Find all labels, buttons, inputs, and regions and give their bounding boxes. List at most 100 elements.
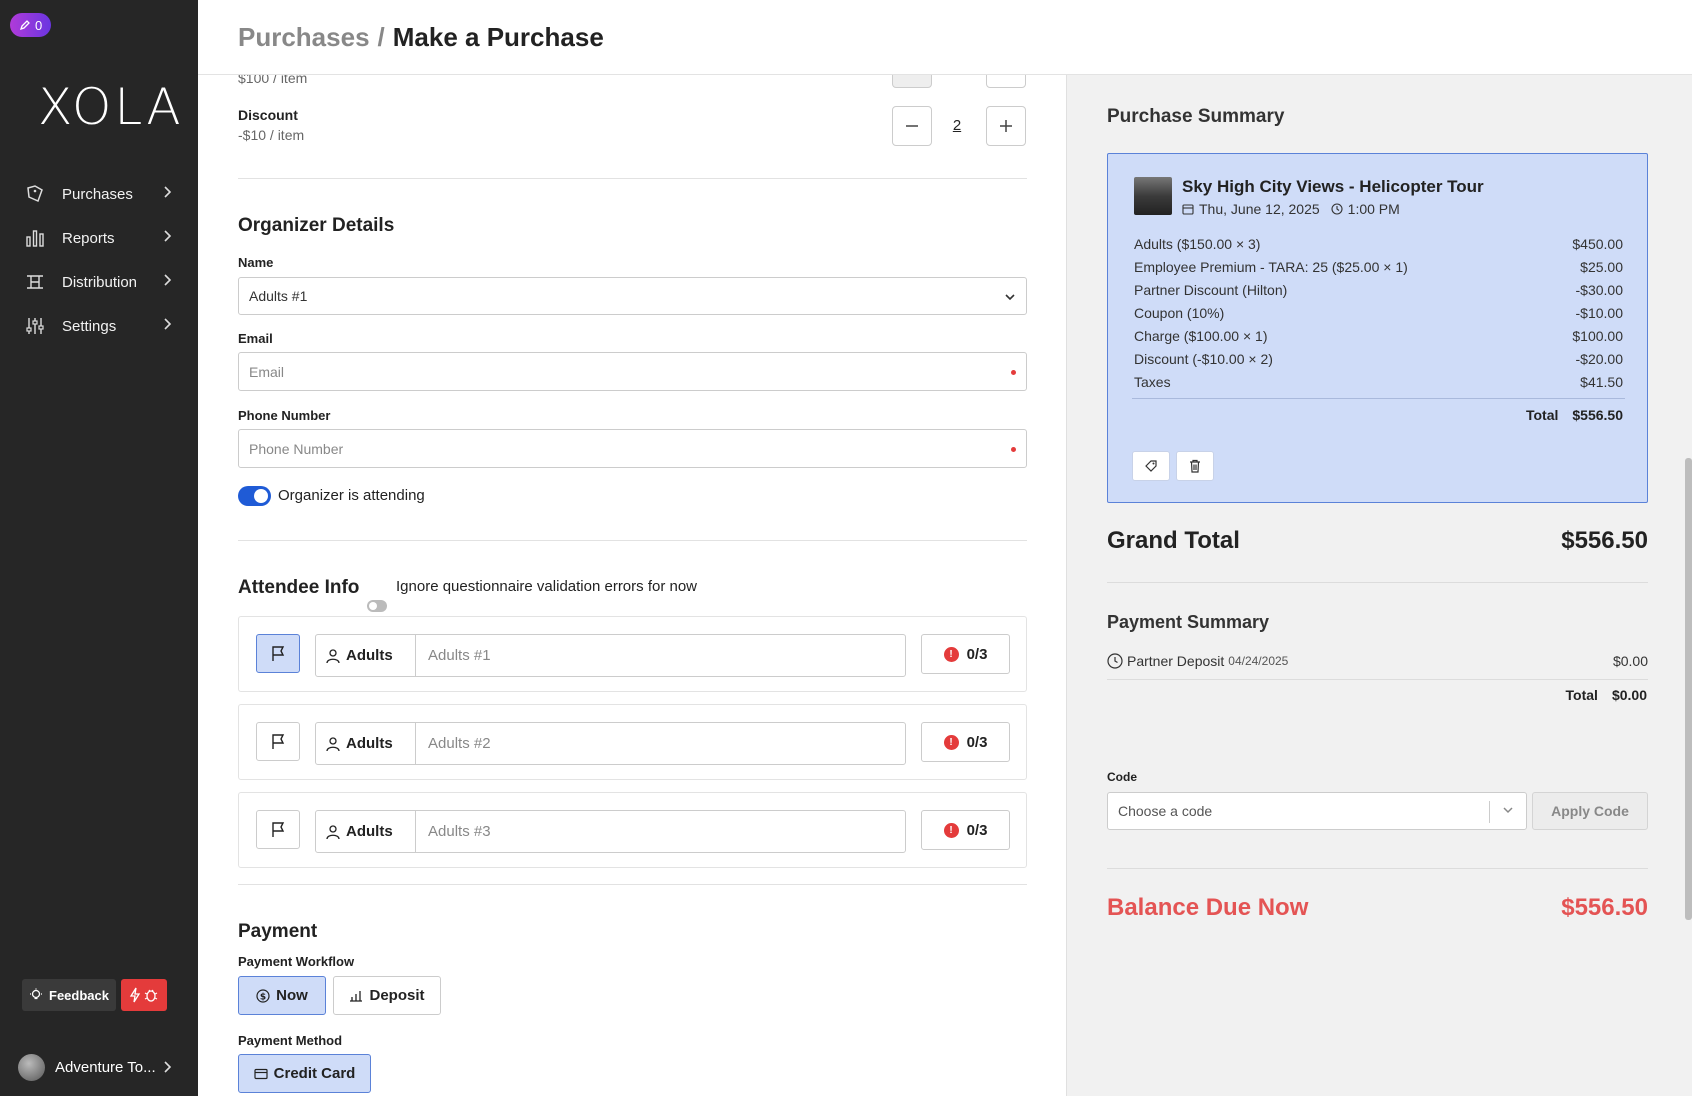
deposit-button[interactable]: Deposit <box>333 976 441 1015</box>
sliders-icon <box>24 315 46 337</box>
xola-logo[interactable]: XOLA <box>38 78 184 136</box>
notification-badge[interactable]: 0 <box>10 13 52 37</box>
lightning-icon <box>129 987 141 1003</box>
breadcrumb: Purchases / Make a Purchase <box>238 22 604 53</box>
chevron-right-icon <box>164 230 172 242</box>
tour-card[interactable]: Sky High City Views - Helicopter Tour Th… <box>1107 153 1648 503</box>
deposit-label: Deposit <box>369 987 425 1004</box>
flag-icon <box>272 821 285 837</box>
select-separator <box>1489 801 1490 823</box>
account-menu[interactable]: Adventure To... <box>18 1052 178 1082</box>
line-item: Adults ($150.00 × 3) $450.00 <box>1134 236 1623 252</box>
organizer-name-value: Adults #1 <box>249 288 308 304</box>
discount-increase-button[interactable] <box>986 106 1026 146</box>
apply-coupon-button[interactable] <box>1132 451 1170 481</box>
code-select[interactable]: Choose a code <box>1107 792 1527 830</box>
chevron-down-icon <box>1503 807 1513 814</box>
flag-button[interactable] <box>256 634 300 673</box>
person-icon <box>326 736 340 751</box>
clock-icon <box>1107 653 1123 669</box>
line-item-amount: -$30.00 <box>1575 282 1623 298</box>
apply-code-button[interactable]: Apply Code <box>1532 792 1648 830</box>
sidebar-item-purchases[interactable]: Purchases <box>24 176 176 212</box>
line-item-label: Taxes <box>1134 374 1171 390</box>
pen-icon <box>19 20 30 31</box>
attendee-type-label: Adults <box>346 823 393 840</box>
pay-now-button[interactable]: $ Now <box>238 976 326 1015</box>
tour-time: 1:00 PM <box>1347 201 1400 217</box>
payment-total-label: Total <box>1565 687 1598 703</box>
discount-item-price: -$10 / item <box>238 127 305 143</box>
chevron-down-icon <box>1005 294 1015 301</box>
charge-item-price: $100 / item <box>238 75 308 86</box>
name-label: Name <box>238 255 274 270</box>
payment-total: Total $0.00 <box>1566 687 1647 703</box>
svg-text:$: $ <box>260 992 266 1002</box>
sidebar-item-settings[interactable]: Settings <box>24 308 176 344</box>
deposit-icon <box>350 990 363 1002</box>
attendee-name-input[interactable]: Adults #3 <box>415 810 906 853</box>
section-divider <box>238 884 1027 885</box>
discount-decrease-button[interactable] <box>892 106 932 146</box>
line-item-label: Partner Discount (Hilton) <box>1134 282 1288 298</box>
grand-total-label: Grand Total <box>1107 527 1240 554</box>
payment-total-value: $0.00 <box>1611 687 1647 703</box>
chevron-right-icon <box>164 318 172 330</box>
sidebar-item-distribution[interactable]: Distribution <box>24 264 176 300</box>
attendee-name-input[interactable]: Adults #2 <box>415 722 906 765</box>
payment-line-date: 04/24/2025 <box>1228 654 1289 668</box>
balance-due-value: $556.50 <box>1561 894 1648 921</box>
line-item-label: Discount (-$10.00 × 2) <box>1134 351 1273 367</box>
feedback-button[interactable]: Feedback <box>22 979 116 1011</box>
payment-line: Partner Deposit 04/24/2025 $0.00 <box>1107 653 1648 669</box>
flag-button[interactable] <box>256 810 300 849</box>
bar-chart-icon <box>24 227 46 249</box>
payment-summary-title: Payment Summary <box>1107 612 1270 632</box>
attendee-section-title: Attendee Info <box>238 577 360 598</box>
ignore-validation-toggle[interactable] <box>367 600 387 612</box>
line-item: Charge ($100.00 × 1) $100.00 <box>1134 328 1623 344</box>
payment-line-amount: $0.00 <box>1612 653 1648 669</box>
line-item-amount: -$10.00 <box>1575 305 1623 321</box>
questionnaire-count-button[interactable]: ! 0/3 <box>921 810 1010 850</box>
questionnaire-count: 0/3 <box>966 645 988 663</box>
attendee-name-input[interactable]: Adults #1 <box>415 634 906 677</box>
email-placeholder: Email <box>249 363 285 380</box>
questionnaire-count-button[interactable]: ! 0/3 <box>921 722 1010 762</box>
attendee-type: Adults <box>315 634 416 677</box>
grand-total-value: $556.50 <box>1561 527 1648 554</box>
delete-item-button[interactable] <box>1176 451 1214 481</box>
discount-quantity[interactable]: 2 <box>950 117 964 134</box>
scrollbar[interactable] <box>1685 458 1692 920</box>
chevron-right-icon <box>164 186 172 198</box>
line-item-amount: $450.00 <box>1572 236 1623 252</box>
charge-decrease-button[interactable] <box>892 75 932 88</box>
line-item: Coupon (10%) -$10.00 <box>1134 305 1623 321</box>
payment-line-label-group: Partner Deposit 04/24/2025 <box>1107 653 1288 669</box>
tag-icon <box>1145 460 1157 472</box>
person-icon <box>326 824 340 839</box>
line-item: Taxes $41.50 <box>1134 374 1623 390</box>
questionnaire-count-button[interactable]: ! 0/3 <box>921 634 1010 674</box>
card-total-value: $556.50 <box>1572 407 1623 423</box>
breadcrumb-purchases-link[interactable]: Purchases <box>238 22 370 52</box>
credit-card-button[interactable]: Credit Card <box>238 1054 371 1093</box>
payment-method-label: Payment Method <box>238 1033 343 1048</box>
email-field[interactable]: Email <box>238 352 1027 391</box>
line-item-amount: $41.50 <box>1580 374 1623 390</box>
attendee-type-label: Adults <box>346 735 393 752</box>
charge-increase-button[interactable] <box>986 75 1026 88</box>
phone-placeholder: Phone Number <box>249 440 344 457</box>
tag-icon <box>24 183 46 205</box>
bug-report-button[interactable] <box>121 979 167 1011</box>
organizer-attending-toggle[interactable] <box>238 486 271 506</box>
sidebar-item-reports[interactable]: Reports <box>24 220 176 256</box>
organizer-name-select[interactable]: Adults #1 <box>238 277 1027 315</box>
chevron-right-icon <box>164 1061 171 1073</box>
phone-field[interactable]: Phone Number <box>238 429 1027 468</box>
clock-icon <box>1331 203 1343 215</box>
calendar-icon <box>1182 204 1194 215</box>
flag-button[interactable] <box>256 722 300 761</box>
tour-title: Sky High City Views - Helicopter Tour <box>1182 177 1484 196</box>
sidebar: 0 XOLA Purchases Reports Distribution Se… <box>0 0 198 1096</box>
